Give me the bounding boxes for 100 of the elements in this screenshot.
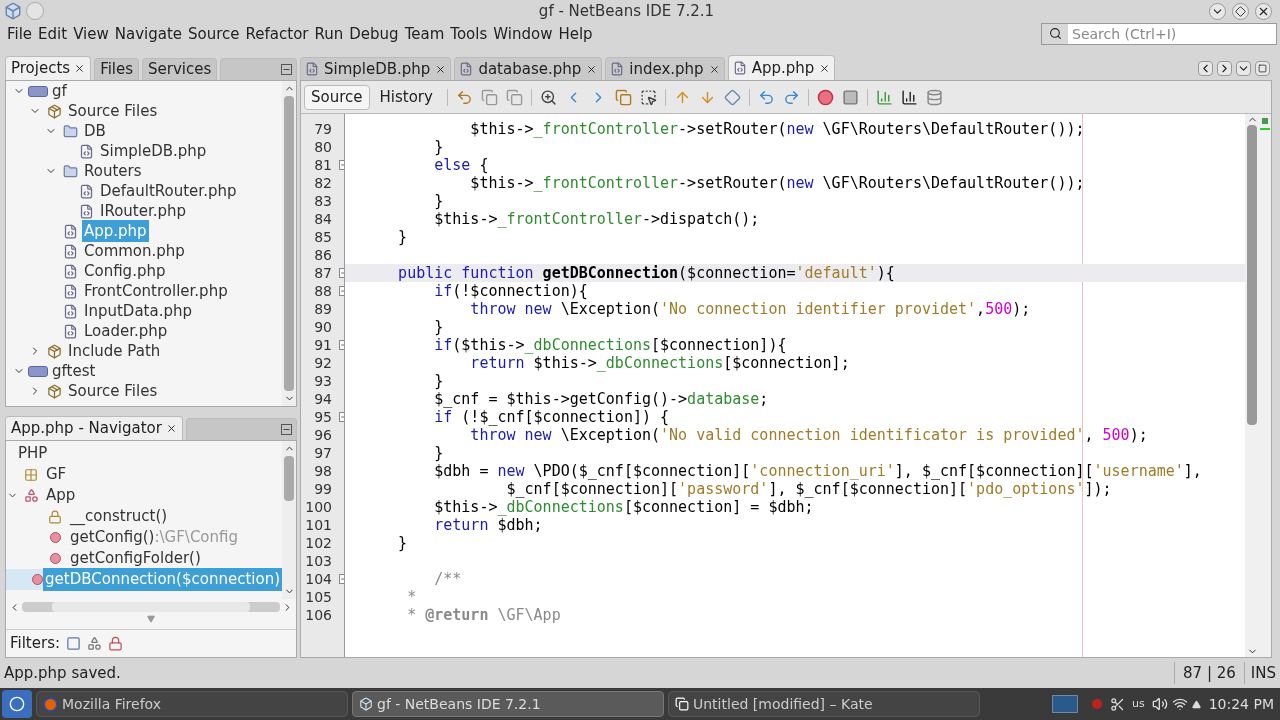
editor-tab[interactable]: App.php <box>727 55 836 80</box>
menu-item[interactable]: Window <box>490 22 556 45</box>
desktop-preview-icon[interactable] <box>1051 695 1078 713</box>
scrollbar[interactable] <box>282 81 296 406</box>
wifi-icon[interactable] <box>1171 696 1188 712</box>
menu-item[interactable]: File <box>4 22 36 45</box>
navigator-item[interactable]: getConfig():\GF\Config <box>68 526 240 549</box>
search-field[interactable]: Search (Ctrl+I) <box>1068 23 1276 44</box>
code-line: if(!$connection){ <box>433 282 588 300</box>
minimize-panel-icon[interactable] <box>281 424 292 435</box>
menu-item[interactable]: Run <box>311 22 347 45</box>
search-icon[interactable] <box>1048 27 1062 40</box>
folder-icon <box>62 163 78 179</box>
filter-static-icon[interactable] <box>87 636 103 651</box>
taskbar-button[interactable]: Untitled [modified] – Kate <box>668 691 980 717</box>
tab-list-icon[interactable] <box>1236 61 1251 76</box>
code-line: else { <box>433 156 489 174</box>
line-number: 85 <box>313 228 333 246</box>
scroll-thumb[interactable] <box>284 456 294 501</box>
navigator-item[interactable]: getConfigFolder() <box>68 547 203 570</box>
start-menu-icon[interactable] <box>2 690 32 718</box>
code-line: return $dbh; <box>433 516 543 534</box>
record-macro-icon[interactable] <box>816 88 834 106</box>
history-icon[interactable] <box>480 88 498 106</box>
close-icon[interactable] <box>1255 2 1272 20</box>
view-tab[interactable]: Source <box>304 84 370 110</box>
editor-tab[interactable]: index.php <box>605 57 725 80</box>
scroll-thumb[interactable] <box>1247 125 1257 425</box>
volume-icon[interactable] <box>1151 696 1168 712</box>
code-line: } <box>433 138 444 156</box>
navigator-item[interactable]: GF <box>44 463 69 486</box>
shift-right-icon[interactable] <box>782 88 800 106</box>
splitter-icon[interactable] <box>147 615 155 623</box>
uncomment-icon[interactable] <box>900 88 918 106</box>
tree-item[interactable]: gf <box>50 81 69 103</box>
comment-icon[interactable] <box>875 88 893 106</box>
close-tab-icon[interactable] <box>435 63 447 75</box>
scroll-thumb[interactable] <box>284 96 294 391</box>
caret-position: 87 | 26 <box>1174 661 1244 685</box>
scrollbar[interactable] <box>1245 114 1259 657</box>
minimize-panel-icon[interactable] <box>281 64 292 75</box>
close-tab-icon[interactable] <box>819 62 831 74</box>
taskbar-button[interactable]: gf - NetBeans IDE 7.2.1 <box>352 691 664 717</box>
panel-tab[interactable]: Services <box>142 58 218 80</box>
selection-icon[interactable] <box>639 88 657 106</box>
menu-item[interactable]: Team <box>401 22 448 45</box>
folder-icon <box>62 123 78 139</box>
code-line: $this->_frontController->setRouter(new \GF\Routers\DefaultRouter()); <box>469 174 1085 192</box>
back-icon[interactable] <box>455 88 473 106</box>
filter-private-icon[interactable] <box>108 636 124 651</box>
code-line: * <box>406 588 417 606</box>
maximize-icon[interactable] <box>1232 2 1249 20</box>
close-tab-icon[interactable] <box>708 63 720 75</box>
navigator-item[interactable]: App <box>44 484 78 507</box>
menu-item[interactable]: View <box>70 22 112 45</box>
forward-icon[interactable] <box>505 88 523 106</box>
panel-tab[interactable]: App.php - Navigator <box>5 416 183 440</box>
line-number: 99 <box>313 480 333 498</box>
editor-tab[interactable]: database.php <box>454 57 603 80</box>
menu-item[interactable]: Debug <box>346 22 402 45</box>
stop-macro-icon[interactable] <box>841 88 859 106</box>
menu-item[interactable]: Tools <box>447 22 491 45</box>
editor-tab[interactable]: SimpleDB.php <box>300 57 452 80</box>
line-number: 106 <box>304 606 333 624</box>
app-icon[interactable] <box>4 2 22 20</box>
taskbar-button[interactable]: Mozilla Firefox <box>36 691 348 717</box>
navigator-item[interactable]: __construct() <box>68 505 170 528</box>
menu-item[interactable]: Help <box>555 22 596 45</box>
project-icon <box>28 365 48 377</box>
database-icon[interactable] <box>925 88 943 106</box>
close-tab-icon[interactable] <box>74 63 86 74</box>
panel-tab[interactable]: Files <box>94 58 140 80</box>
scroll-tabs-right-icon[interactable] <box>1217 61 1232 76</box>
search-icon[interactable] <box>539 88 557 106</box>
file-icon <box>78 183 94 199</box>
toggle-bookmark-icon[interactable] <box>723 88 741 106</box>
record-icon[interactable] <box>1091 699 1102 709</box>
menu-item[interactable]: Refactor <box>242 22 312 45</box>
minimize-icon[interactable] <box>1209 2 1226 20</box>
scissors-icon[interactable] <box>1109 696 1125 712</box>
scroll-tabs-left-icon[interactable] <box>1198 61 1213 76</box>
filter-fields-icon[interactable] <box>66 636 82 651</box>
line-number: 82 <box>313 174 333 192</box>
tray-expand-icon[interactable] <box>1191 699 1201 709</box>
menu-item[interactable]: Navigate <box>111 22 186 45</box>
code-line: } <box>433 318 444 336</box>
view-tab[interactable]: History <box>373 84 439 110</box>
scrollbar[interactable] <box>282 441 296 599</box>
code-line: throw new \Exception('No connection identifier providet',500); <box>469 300 1031 318</box>
menu-item[interactable]: Edit <box>35 22 71 45</box>
toggle-highlight-icon[interactable] <box>614 88 632 106</box>
panel-tab[interactable]: Projects <box>5 56 92 80</box>
search-box[interactable]: Search (Ctrl+I) <box>1041 22 1277 45</box>
code-line: /** <box>433 570 462 588</box>
shift-left-icon[interactable] <box>757 88 775 106</box>
close-tab-icon[interactable] <box>586 63 598 75</box>
close-tab-icon[interactable] <box>165 423 177 434</box>
menu-item[interactable]: Source <box>185 22 243 45</box>
code-line: if (!$_cnf[$connection]) { <box>433 408 670 426</box>
keyboard-layout[interactable]: us <box>1128 695 1148 713</box>
